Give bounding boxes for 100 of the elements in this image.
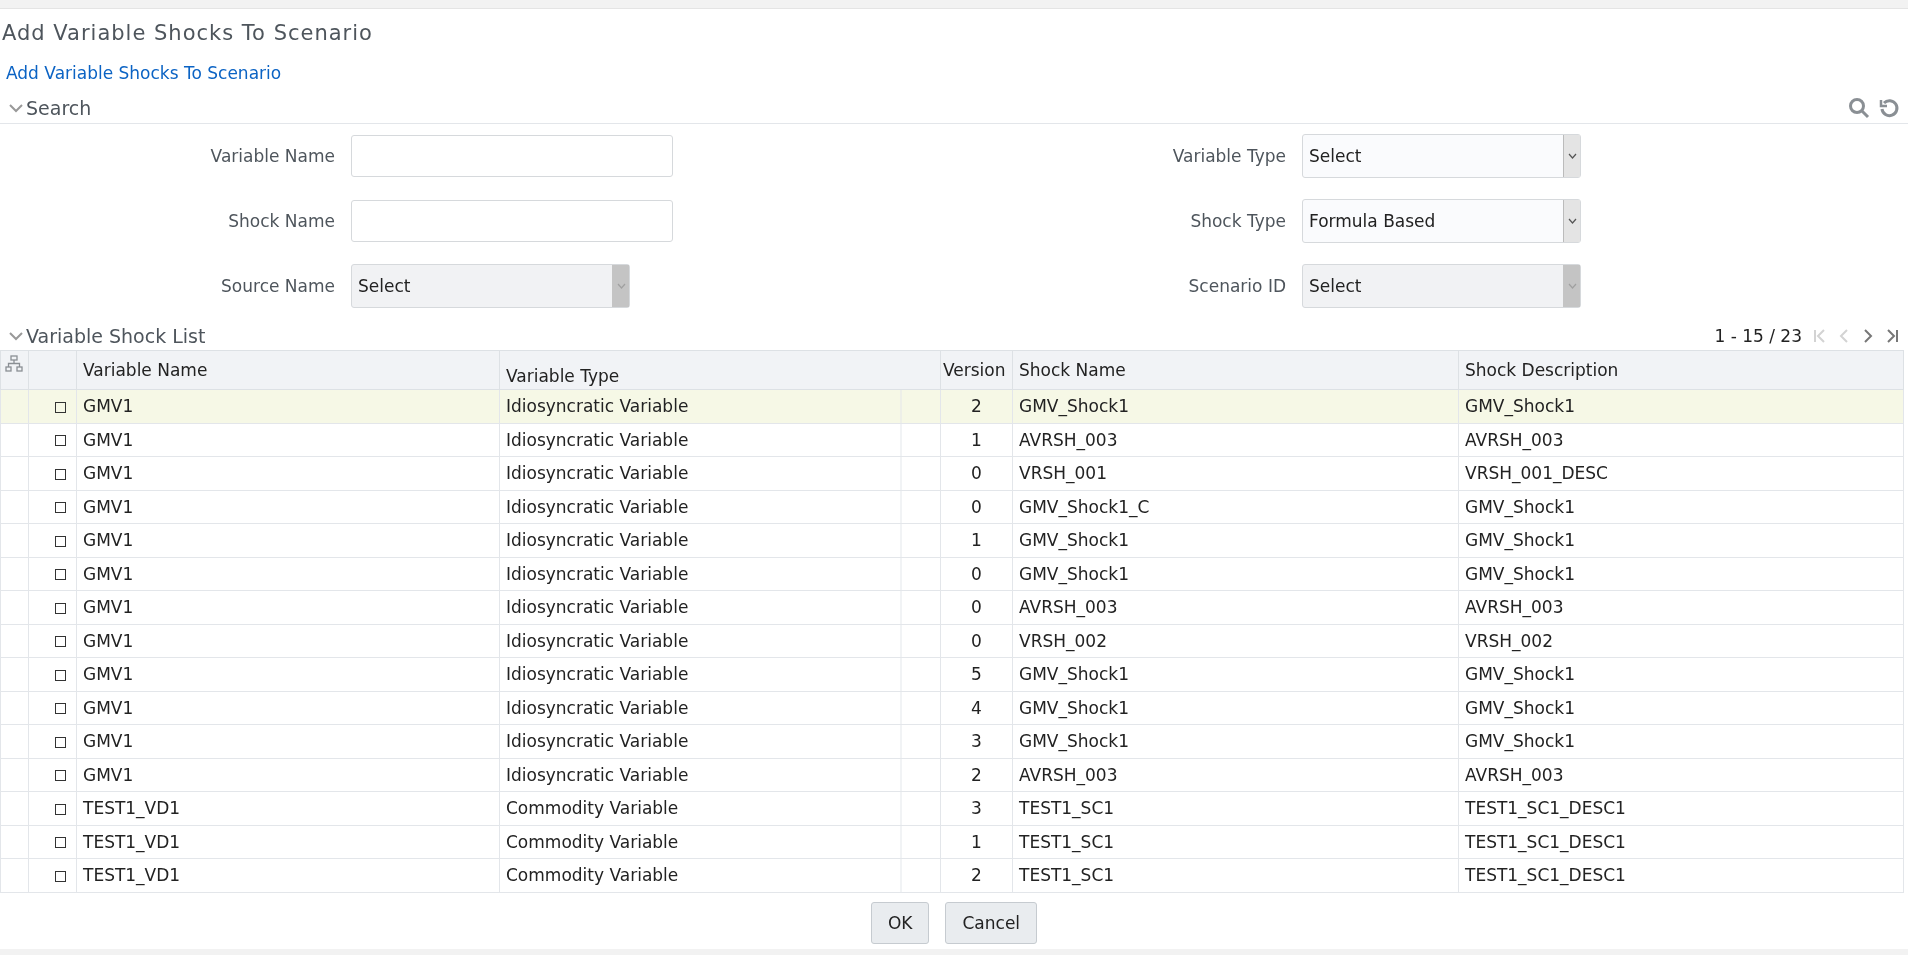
hierarchy-icon[interactable] (5, 355, 23, 373)
table-cell: GMV1 (76, 724, 500, 758)
cancel-button[interactable]: Cancel (945, 901, 1038, 944)
table-cell: Idiosyncratic Variable (499, 657, 941, 691)
table-cell: GMV_Shock1 (1012, 389, 1459, 423)
field-label: Variable Type (1171, 146, 1287, 166)
row-checkbox[interactable] (55, 435, 66, 447)
table-cell: GMV1 (76, 590, 500, 624)
table-cell: AVRSH_003 (1458, 758, 1904, 792)
table-cell: GMV_Shock1 (1012, 523, 1459, 557)
field-label: Scenario ID (1187, 276, 1287, 296)
table-cell: GMV_Shock1 (1458, 724, 1904, 758)
table-cell: GMV_Shock1 (1012, 557, 1459, 591)
table-cell: TEST1_VD1 (76, 858, 500, 892)
breadcrumb-link[interactable]: Add Variable Shocks To Scenario (0, 51, 282, 93)
column-header[interactable]: Variable Name (76, 350, 500, 390)
table-row[interactable]: GMV1 Idiosyncratic Variable 0 GMV_Shock1 GMV_Shock1 (0, 557, 1904, 591)
table-cell: GMV_Shock1 (1012, 724, 1459, 758)
table-cell: TEST1_SC1 (1012, 825, 1459, 859)
text-field[interactable] (351, 135, 673, 177)
table-cell: 3 (940, 724, 1013, 758)
table-cell: GMV_Shock1_C (1012, 490, 1459, 524)
table-cell: TEST1_SC1_DESC1 (1458, 825, 1904, 859)
table-cell: GMV_Shock1 (1458, 490, 1904, 524)
row-checkbox[interactable] (55, 703, 66, 715)
table-cell: Idiosyncratic Variable (499, 557, 941, 591)
table-cell: TEST1_SC1_DESC1 (1458, 858, 1904, 892)
table-cell: TEST1_VD1 (76, 791, 500, 825)
row-checkbox[interactable] (55, 669, 66, 681)
table-cell: Idiosyncratic Variable (499, 590, 941, 624)
table-row[interactable]: GMV1 Idiosyncratic Variable 0 VRSH_002 VRSH_002 (0, 624, 1904, 658)
table-cell: 0 (940, 456, 1013, 490)
table-cell: 2 (940, 758, 1013, 792)
row-checkbox[interactable] (55, 468, 66, 480)
row-checkbox[interactable] (55, 502, 66, 514)
table-row[interactable]: GMV1 Idiosyncratic Variable 4 GMV_Shock1 GMV_Shock1 (0, 691, 1904, 725)
table-cell: GMV1 (76, 423, 500, 457)
row-checkbox[interactable] (55, 870, 66, 882)
field-label: Source Name (220, 276, 336, 296)
column-header[interactable]: Version (940, 350, 1013, 390)
row-checkbox[interactable] (55, 803, 66, 815)
last-page-icon[interactable] (1884, 328, 1900, 344)
table-cell: AVRSH_003 (1012, 590, 1459, 624)
table-cell: GMV_Shock1 (1458, 557, 1904, 591)
table-row[interactable]: GMV1 Idiosyncratic Variable 0 AVRSH_003 AVRSH_003 (0, 590, 1904, 624)
table-cell: VRSH_001_DESC (1458, 456, 1904, 490)
table-row[interactable]: GMV1 Idiosyncratic Variable 5 GMV_Shock1 GMV_Shock1 (0, 657, 1904, 691)
row-checkbox[interactable] (55, 636, 66, 648)
table-row[interactable]: TEST1_VD1 Commodity Variable 1 TEST1_SC1 TEST1_SC1_DESC1 (0, 825, 1904, 859)
table-cell: Idiosyncratic Variable (499, 624, 941, 658)
column-header[interactable]: Variable Type (499, 350, 941, 390)
dropdown[interactable]: Select (1302, 134, 1581, 178)
row-checkbox[interactable] (55, 770, 66, 782)
page-title: Add Variable Shocks To Scenario (1, 20, 374, 47)
section-title: Search (26, 97, 92, 119)
table-cell: 3 (940, 791, 1013, 825)
table-row[interactable]: GMV1 Idiosyncratic Variable 1 AVRSH_003 AVRSH_003 (0, 423, 1904, 457)
field-label: Variable Name (209, 146, 336, 166)
column-header[interactable]: Shock Name (1012, 350, 1459, 390)
table-cell: Idiosyncratic Variable (499, 389, 941, 423)
table-cell: 1 (940, 423, 1013, 457)
table-cell: GMV_Shock1 (1458, 691, 1904, 725)
section-title: Variable Shock List (26, 325, 206, 347)
caret-icon[interactable] (1567, 153, 1577, 159)
caret-icon[interactable] (1567, 218, 1577, 224)
ok-button[interactable]: OK (870, 901, 930, 944)
table-row[interactable]: GMV1 Idiosyncratic Variable 1 GMV_Shock1 GMV_Shock1 (0, 523, 1904, 557)
table-cell: GMV_Shock1 (1012, 691, 1459, 725)
table-row[interactable]: GMV1 Idiosyncratic Variable 3 GMV_Shock1 GMV_Shock1 (0, 724, 1904, 758)
row-checkbox[interactable] (55, 837, 66, 849)
table-cell: AVRSH_003 (1458, 423, 1904, 457)
table-cell: Idiosyncratic Variable (499, 758, 941, 792)
table-cell: 1 (940, 825, 1013, 859)
table-cell: 0 (940, 490, 1013, 524)
table-cell: GMV1 (76, 389, 500, 423)
row-checkbox[interactable] (55, 736, 66, 748)
table-cell: Idiosyncratic Variable (499, 724, 941, 758)
table-row[interactable]: GMV1 Idiosyncratic Variable 2 GMV_Shock1 GMV_Shock1 (0, 389, 1904, 423)
collapse-chevron-icon[interactable] (8, 102, 24, 114)
table-cell: GMV1 (76, 758, 500, 792)
text-field[interactable] (351, 200, 673, 242)
table-cell: Commodity Variable (499, 858, 941, 892)
column-header[interactable]: Shock Description (1458, 350, 1904, 390)
row-checkbox[interactable] (55, 569, 66, 581)
table-row[interactable]: GMV1 Idiosyncratic Variable 0 GMV_Shock1_C GMV_Shock1 (0, 490, 1904, 524)
table-cell: VRSH_002 (1458, 624, 1904, 658)
row-checkbox[interactable] (55, 401, 66, 413)
table-row[interactable]: TEST1_VD1 Commodity Variable 2 TEST1_SC1 TEST1_SC1_DESC1 (0, 858, 1904, 892)
table-cell: GMV1 (76, 691, 500, 725)
dropdown[interactable]: Formula Based (1302, 199, 1581, 243)
table-row[interactable]: GMV1 Idiosyncratic Variable 0 VRSH_001 VRSH_001_DESC (0, 456, 1904, 490)
table-cell: GMV1 (76, 456, 500, 490)
table-row[interactable]: GMV1 Idiosyncratic Variable 2 AVRSH_003 AVRSH_003 (0, 758, 1904, 792)
table-row[interactable]: TEST1_VD1 Commodity Variable 3 TEST1_SC1 TEST1_SC1_DESC1 (0, 791, 1904, 825)
search-icon[interactable] (1848, 97, 1870, 119)
row-checkbox[interactable] (55, 602, 66, 614)
reset-icon[interactable] (1878, 97, 1900, 119)
table-cell: GMV1 (76, 624, 500, 658)
collapse-chevron-icon[interactable] (8, 330, 24, 342)
row-checkbox[interactable] (55, 535, 66, 547)
